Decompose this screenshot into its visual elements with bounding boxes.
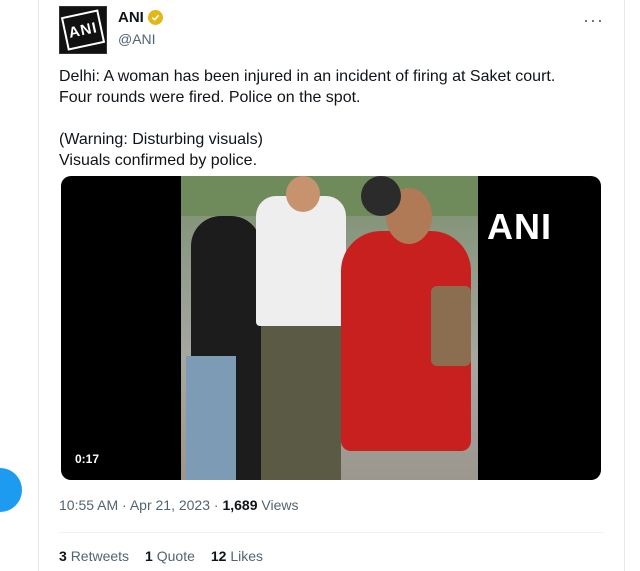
tweet-line: Visuals confirmed by police. [59, 152, 258, 169]
author-name-row[interactable]: ANI [118, 9, 163, 26]
verified-badge-icon [147, 10, 163, 25]
more-options-icon[interactable]: ··· [583, 10, 604, 31]
divider [59, 532, 604, 533]
tweet-text: Delhi: A woman has been injured in an in… [59, 66, 604, 171]
video-duration: 0:17 [71, 450, 104, 468]
author-handle[interactable]: @ANI [118, 31, 156, 47]
video-player[interactable]: ANI 0:17 [61, 176, 601, 480]
tweet-line: Delhi: A woman has been injured in an in… [59, 68, 556, 85]
tweet-time[interactable]: 10:55 AM [59, 497, 118, 513]
quotes-count: 1 [145, 548, 153, 564]
ani-logo: ANI [60, 9, 106, 51]
quotes-stat[interactable]: 1 Quote [145, 548, 195, 564]
avatar[interactable]: ANI [59, 6, 107, 54]
tweet-meta: 10:55 AM · Apr 21, 2023 · 1,689 Views [59, 497, 298, 513]
video-watermark: ANI [487, 206, 552, 247]
likes-count: 12 [210, 548, 227, 564]
retweets-label: Retweets [70, 548, 130, 564]
tweet-date[interactable]: Apr 21, 2023 [130, 497, 210, 513]
likes-label: Likes [230, 548, 264, 564]
retweets-stat[interactable]: 3 Retweets [59, 548, 129, 564]
engagement-stats: 3 Retweets 1 Quote 12 Likes [59, 548, 263, 564]
video-frame [181, 176, 478, 480]
author-name[interactable]: ANI [118, 9, 144, 26]
tweet-line: Four rounds were fired. Police on the sp… [59, 89, 361, 106]
views-label: Views [261, 497, 299, 513]
quotes-label: Quote [156, 548, 195, 564]
meta-separator: · [118, 497, 130, 513]
views-count: 1,689 [222, 497, 258, 513]
meta-separator: · [210, 497, 223, 513]
tweet-line: (Warning: Disturbing visuals) [59, 131, 263, 148]
compose-fab-button[interactable] [0, 468, 22, 512]
retweets-count: 3 [59, 548, 67, 564]
likes-stat[interactable]: 12 Likes [211, 548, 263, 564]
